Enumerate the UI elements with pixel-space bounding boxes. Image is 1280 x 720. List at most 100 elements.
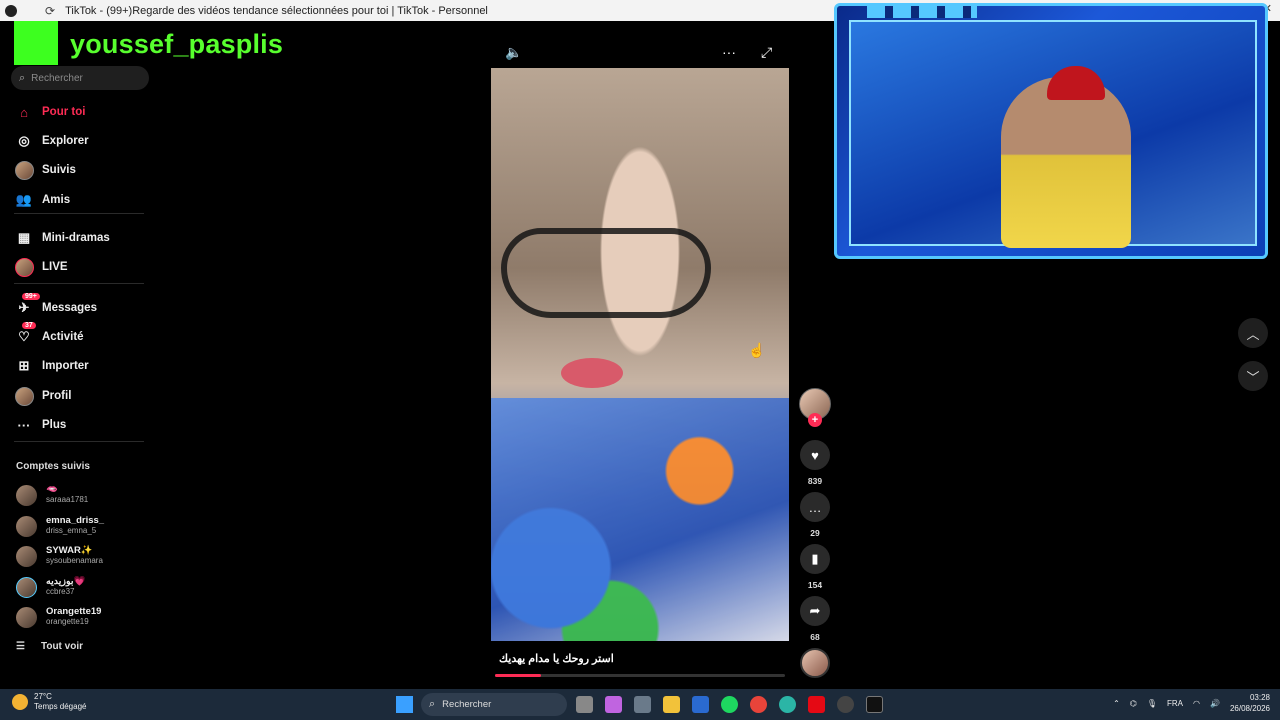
followed-account[interactable]: بوزيديه💗 ccbre37 <box>16 574 156 600</box>
nav-divider <box>14 213 144 214</box>
followed-account[interactable]: emna_driss_ driss_emna_5 <box>16 513 156 539</box>
chrome-icon[interactable] <box>750 696 767 713</box>
nav-label: Suivis <box>42 164 76 176</box>
language-indicator[interactable]: FRA <box>1167 699 1183 708</box>
account-name: Orangette19 <box>46 606 102 617</box>
nav-item-explore[interactable]: ◎ Explorer <box>14 130 88 152</box>
nav-item-for-you[interactable]: ⌂ Pour toi <box>14 101 85 123</box>
chevron-down-icon: ﹀ <box>1246 369 1260 385</box>
file-explorer-icon[interactable] <box>663 696 680 713</box>
windows-start-icon[interactable] <box>396 696 413 713</box>
clock[interactable]: 03:28 26/08/2026 <box>1230 692 1270 714</box>
nav-label: Pour toi <box>42 106 86 118</box>
microphone-icon[interactable]: 🎙 <box>1147 699 1157 708</box>
music-disc-avatar[interactable] <box>800 648 830 678</box>
edge-icon[interactable] <box>779 696 796 713</box>
compass-icon: ◎ <box>18 133 30 148</box>
date: 26/08/2026 <box>1229 704 1270 713</box>
taskbar-search-placeholder: Rechercher <box>442 699 492 710</box>
save-count: 154 <box>807 580 823 590</box>
nav-label: Mini-dramas <box>42 232 110 244</box>
nav-item-mini-dramas[interactable]: ▦ Mini-dramas <box>14 227 110 249</box>
search-icon: ⌕ <box>19 71 26 84</box>
nav-divider <box>14 441 144 442</box>
spotify-icon[interactable] <box>721 696 738 713</box>
nav-item-messages[interactable]: ✈ 99+ Messages <box>14 293 97 319</box>
account-handle: saraaa1781 <box>46 495 89 504</box>
followed-account[interactable]: SYWAR✨ sysoubenamara <box>16 543 156 569</box>
messages-badge: 99+ <box>22 293 40 300</box>
comment-icon: … <box>800 492 830 522</box>
chevron-up-icon[interactable]: ⌃ <box>1113 699 1120 708</box>
taskbar-search-input[interactable]: ⌕ Rechercher <box>421 693 567 716</box>
streamer-hat <box>1047 66 1105 100</box>
video-player[interactable] <box>491 68 789 641</box>
speaker-icon[interactable]: 🔊 <box>1210 699 1220 708</box>
like-button[interactable]: ♥ 839 <box>800 440 830 486</box>
more-options-icon[interactable]: ··· <box>722 44 736 60</box>
temperature: 27°C <box>34 692 52 701</box>
nav-item-activity[interactable]: ♡ 37 Activité <box>14 322 84 348</box>
share-button[interactable]: ➦ 68 <box>800 596 830 642</box>
video-progress-bar[interactable] <box>495 674 785 677</box>
nav-item-following[interactable]: Suivis <box>14 159 76 181</box>
next-video-button[interactable]: ﹀ <box>1238 361 1268 391</box>
nav-item-friends[interactable]: 👥 Amis <box>14 189 70 211</box>
messages-icon: ✈ 99+ <box>14 293 40 318</box>
video-frame-dress <box>491 398 789 641</box>
task-view-icon[interactable] <box>576 696 593 713</box>
avatar <box>16 515 37 537</box>
activity-badge: 37 <box>22 322 36 329</box>
netflix-icon[interactable] <box>808 696 825 713</box>
tiktok-logo-icon <box>5 4 17 17</box>
nav-item-live[interactable]: LIVE <box>14 256 68 278</box>
share-icon: ➦ <box>800 596 830 626</box>
nav-label: Plus <box>42 419 67 431</box>
video-caption: استر روحك يا مدام يهديك <box>499 653 614 665</box>
film-icon: ▦ <box>17 230 31 245</box>
nav-item-profile[interactable]: Profil <box>14 385 71 407</box>
video-frame-lips <box>561 358 623 388</box>
avatar <box>16 545 37 567</box>
volume-icon[interactable]: 🔈 <box>505 44 522 61</box>
see-all-label: Tout voir <box>40 641 83 652</box>
nav-label: Activité <box>42 331 84 343</box>
reload-icon[interactable]: ⟳ <box>45 4 55 18</box>
webcam-feed <box>849 20 1257 248</box>
comment-button[interactable]: … 29 <box>800 492 830 538</box>
wifi-icon[interactable]: ◠ <box>1193 699 1200 708</box>
follow-plus-icon[interactable]: + <box>808 413 822 427</box>
like-count: 839 <box>807 476 823 486</box>
network-icon[interactable]: ⌬ <box>1130 699 1137 708</box>
obs-icon[interactable] <box>837 696 854 713</box>
tiktok-app-icon[interactable] <box>866 696 883 713</box>
upload-icon: ⊞ <box>18 358 30 373</box>
see-all-link[interactable]: ☰ Tout voir <box>16 641 83 652</box>
nav-label: Importer <box>42 360 89 372</box>
avatar <box>16 484 37 506</box>
followed-account[interactable]: Orangette19 orangette19 <box>16 604 156 630</box>
windows-taskbar: 27°C Temps dégagé ⌕ Rechercher ⌃ ⌬ 🎙 FRA … <box>0 689 1280 720</box>
comment-count: 29 <box>810 528 820 538</box>
previous-video-button[interactable]: ︿ <box>1238 318 1268 348</box>
following-section-title: Comptes suivis <box>16 461 90 472</box>
window-title: TikTok - (99+)Regarde des vidéos tendanc… <box>65 4 488 17</box>
followed-account[interactable]: 🫦 saraaa1781 <box>16 482 156 508</box>
fullscreen-icon[interactable]: ⤢ <box>761 44 772 61</box>
sun-icon <box>12 694 28 710</box>
search-icon: ⌕ <box>429 698 436 710</box>
save-button[interactable]: ▮ 154 <box>800 544 830 590</box>
weather-widget[interactable]: 27°C Temps dégagé <box>12 692 86 712</box>
copilot-icon[interactable] <box>605 696 622 713</box>
search-input[interactable]: ⌕ Rechercher <box>11 66 149 90</box>
store-icon[interactable] <box>634 696 651 713</box>
activity-icon: ♡ 37 <box>14 322 36 347</box>
nav-item-more[interactable]: ··· Plus <box>14 414 67 436</box>
nav-label: LIVE <box>42 261 68 273</box>
friends-icon: 👥 <box>15 192 33 207</box>
profile-icon <box>14 386 34 406</box>
outlook-icon[interactable] <box>692 696 709 713</box>
heart-icon: ♥ <box>800 440 830 470</box>
nav-label: Profil <box>42 390 72 402</box>
nav-item-upload[interactable]: ⊞ Importer <box>14 355 89 377</box>
